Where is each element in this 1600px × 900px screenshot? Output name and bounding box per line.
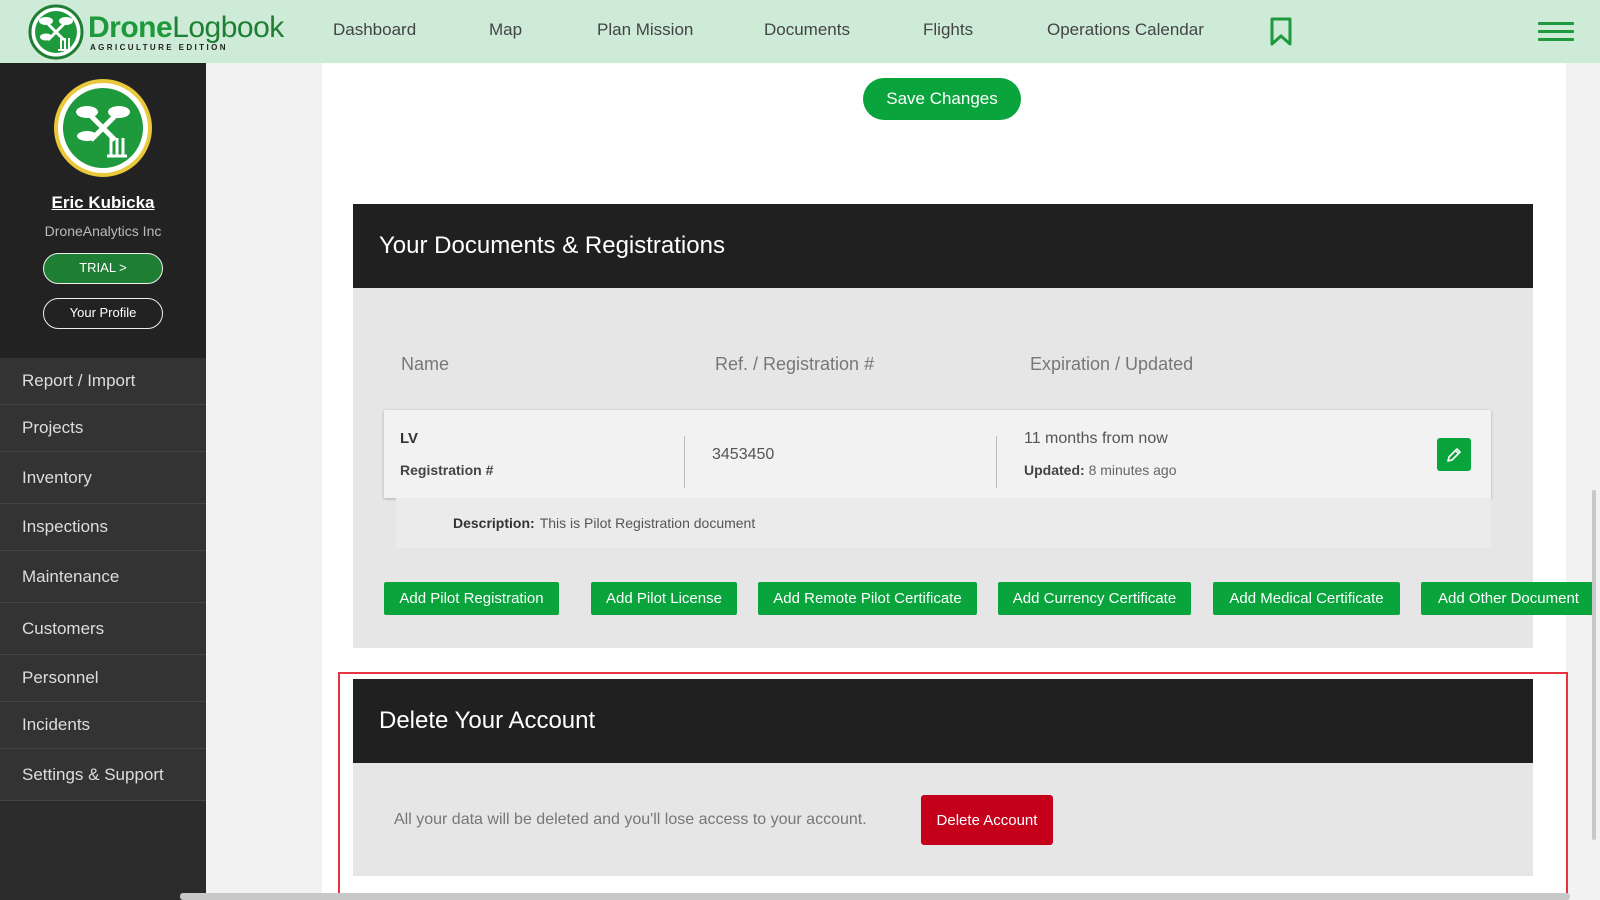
drone-logo-icon [28, 4, 84, 60]
description-label: Description: [453, 515, 535, 531]
delete-account-button[interactable]: Delete Account [921, 795, 1053, 845]
avatar[interactable] [54, 79, 152, 177]
nav-operations-calendar[interactable]: Operations Calendar [1047, 20, 1204, 40]
nav-flights[interactable]: Flights [923, 20, 973, 40]
delete-account-title: Delete Your Account [353, 679, 1533, 763]
column-header-name: Name [401, 354, 450, 374]
profile-panel: Eric Kubicka DroneAnalytics Inc TRIAL > … [0, 63, 206, 358]
sidebar-item-inspections[interactable]: Inspections [0, 504, 206, 551]
app-logo[interactable]: DroneLogbook AGRICULTURE EDITION [28, 4, 284, 60]
logo-word-bold: Drone [88, 10, 173, 44]
nav-dashboard[interactable]: Dashboard [333, 20, 416, 40]
sidebar-item-personnel[interactable]: Personnel [0, 655, 206, 702]
your-profile-button[interactable]: Your Profile [43, 298, 163, 329]
hamburger-menu-icon[interactable] [1538, 22, 1574, 42]
documents-card: Your Documents & Registrations Name Ref.… [353, 204, 1596, 648]
add-other-document-button[interactable]: Add Other Document [1421, 582, 1596, 615]
document-expiration: 11 months from now [1024, 430, 1168, 447]
document-type: Registration # [400, 462, 494, 478]
logo-subtitle: AGRICULTURE EDITION [90, 42, 228, 52]
add-remote-pilot-certificate-button[interactable]: Add Remote Pilot Certificate [758, 582, 977, 615]
delete-account-card: Delete Your Account All your data will b… [353, 679, 1533, 876]
nav-plan-mission[interactable]: Plan Mission [597, 20, 693, 40]
logo-text: DroneLogbook AGRICULTURE EDITION [88, 10, 284, 52]
user-name[interactable]: Eric Kubicka [0, 193, 206, 213]
add-pilot-license-button[interactable]: Add Pilot License [591, 582, 737, 615]
sidebar-item-report-import[interactable]: Report / Import [0, 358, 206, 405]
user-company: DroneAnalytics Inc [44, 223, 162, 239]
table-row: LV Registration # 3453450 11 months from… [384, 410, 1491, 498]
updated-value: 8 minutes ago [1088, 462, 1177, 478]
horizontal-scrollbar[interactable] [180, 893, 1570, 900]
documents-title: Your Documents & Registrations [353, 204, 1533, 288]
document-name: LV [400, 430, 419, 447]
document-updated: Updated: 8 minutes ago [1024, 462, 1177, 478]
add-pilot-registration-button[interactable]: Add Pilot Registration [384, 582, 559, 615]
description-value: This is Pilot Registration document [539, 515, 756, 531]
sidebar-item-projects[interactable]: Projects [0, 405, 206, 452]
sidebar-item-inventory[interactable]: Inventory [0, 452, 206, 504]
document-description: Description: This is Pilot Registration … [396, 498, 1491, 548]
nav-documents[interactable]: Documents [764, 20, 850, 40]
bookmark-icon[interactable] [1270, 17, 1292, 46]
sidebar-item-maintenance[interactable]: Maintenance [0, 551, 206, 603]
sidebar: Eric Kubicka DroneAnalytics Inc TRIAL > … [0, 63, 206, 900]
save-changes-button[interactable]: Save Changes [863, 78, 1021, 120]
sidebar-item-customers[interactable]: Customers [0, 603, 206, 655]
column-header-ref: Ref. / Registration # [715, 354, 875, 374]
column-header-expiration: Expiration / Updated [1030, 354, 1194, 374]
delete-account-warning: All your data will be deleted and you'll… [394, 811, 867, 828]
edit-document-button[interactable] [1437, 438, 1471, 471]
nav-map[interactable]: Map [489, 20, 522, 40]
logo-word-regular: Logbook [172, 10, 284, 44]
row-divider [684, 436, 685, 488]
updated-label: Updated: [1024, 462, 1085, 478]
vertical-scrollbar[interactable] [1592, 490, 1596, 840]
add-medical-certificate-button[interactable]: Add Medical Certificate [1213, 582, 1400, 615]
sidebar-item-incidents[interactable]: Incidents [0, 702, 206, 749]
pencil-icon [1447, 447, 1461, 462]
trial-button[interactable]: TRIAL > [43, 253, 163, 284]
add-currency-certificate-button[interactable]: Add Currency Certificate [998, 582, 1191, 615]
document-ref-number: 3453450 [712, 446, 775, 463]
row-divider [996, 436, 997, 488]
top-nav: DroneLogbook AGRICULTURE EDITION Dashboa… [0, 0, 1600, 63]
sidebar-item-settings-support[interactable]: Settings & Support [0, 749, 206, 801]
drone-avatar-icon [63, 88, 143, 168]
